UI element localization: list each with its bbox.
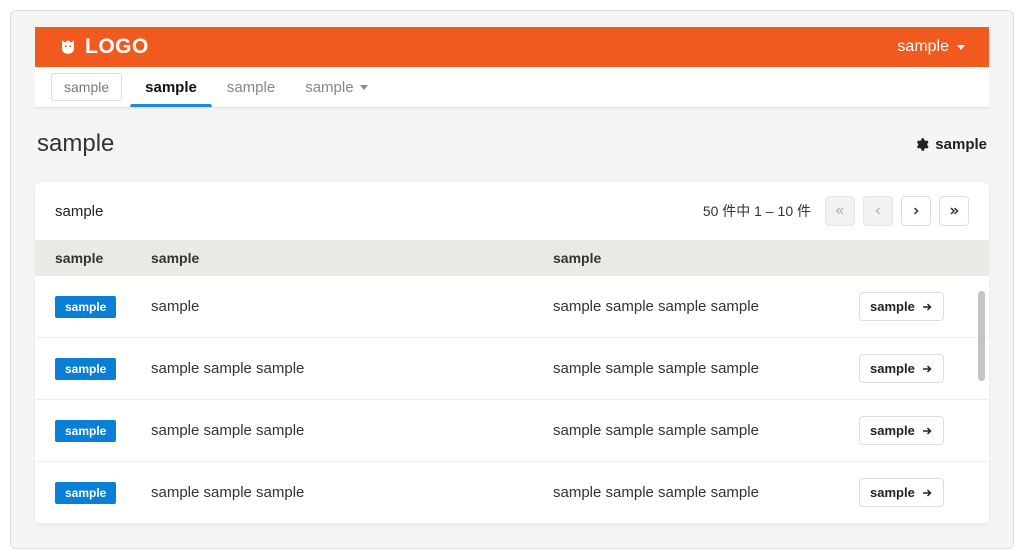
nav-tabs: sample sample sample sample — [35, 67, 989, 108]
chevron-right-icon — [910, 205, 922, 217]
nav-tab-3[interactable]: sample — [290, 68, 382, 107]
row-desc: sample sample sample sample — [553, 298, 859, 315]
table-header-cell: sample — [553, 250, 859, 266]
status-badge: sample — [55, 420, 116, 442]
user-menu-label: sample — [897, 38, 949, 56]
chevrons-right-icon — [948, 205, 960, 217]
settings-link[interactable]: sample — [914, 136, 987, 153]
nav-tab-label: sample — [145, 79, 197, 96]
nav-tab-label: sample — [227, 79, 275, 96]
page-first-button[interactable] — [825, 196, 855, 226]
scrollbar[interactable] — [978, 291, 985, 381]
arrow-right-icon — [921, 301, 933, 313]
caret-down-icon — [360, 85, 368, 90]
status-badge: sample — [55, 358, 116, 380]
user-menu[interactable]: sample — [897, 38, 965, 56]
table-header-cell: sample — [151, 250, 553, 266]
nav-tab-0[interactable]: sample — [51, 73, 122, 101]
table-row: sample sample sample sample sample sampl… — [35, 462, 989, 524]
arrow-right-icon — [921, 487, 933, 499]
table-row: sample sample sample sample sample sampl… — [35, 338, 989, 400]
page-last-button[interactable] — [939, 196, 969, 226]
row-name: sample sample sample — [151, 422, 553, 439]
status-badge: sample — [55, 296, 116, 318]
row-name: sample sample sample — [151, 360, 553, 377]
row-name: sample sample sample — [151, 484, 553, 501]
nav-tab-1[interactable]: sample — [130, 68, 212, 107]
panel-header: sample 50 件中 1 – 10 件 — [35, 182, 989, 240]
logo-text: LOGO — [85, 35, 149, 59]
pagination: 50 件中 1 – 10 件 — [703, 196, 969, 226]
topbar: LOGO sample — [35, 27, 989, 67]
pagination-info: 50 件中 1 – 10 件 — [703, 201, 811, 221]
row-action-button[interactable]: sample — [859, 354, 944, 383]
row-desc: sample sample sample sample — [553, 360, 859, 377]
settings-label: sample — [935, 136, 987, 153]
logo-icon — [59, 38, 77, 56]
gear-icon — [914, 137, 929, 152]
page-header: sample sample — [35, 130, 989, 158]
page-prev-button[interactable] — [863, 196, 893, 226]
action-label: sample — [870, 361, 915, 376]
row-action-button[interactable]: sample — [859, 416, 944, 445]
row-desc: sample sample sample sample — [553, 484, 859, 501]
page-title: sample — [37, 130, 114, 158]
panel-title: sample — [55, 203, 103, 220]
page-next-button[interactable] — [901, 196, 931, 226]
caret-down-icon — [957, 45, 965, 50]
content: sample sample sample 50 件中 1 – 10 件 — [11, 108, 1013, 549]
panel: sample 50 件中 1 – 10 件 — [35, 182, 989, 524]
arrow-right-icon — [921, 363, 933, 375]
chevrons-left-icon — [834, 205, 846, 217]
arrow-right-icon — [921, 425, 933, 437]
table-header-cell: sample — [55, 250, 151, 266]
action-label: sample — [870, 485, 915, 500]
nav-tab-label: sample — [305, 79, 353, 96]
nav-tab-2[interactable]: sample — [212, 68, 290, 107]
status-badge: sample — [55, 482, 116, 504]
nav-tab-label: sample — [64, 79, 109, 95]
row-name: sample — [151, 298, 553, 315]
action-label: sample — [870, 423, 915, 438]
row-action-button[interactable]: sample — [859, 478, 944, 507]
logo[interactable]: LOGO — [59, 35, 149, 59]
row-desc: sample sample sample sample — [553, 422, 859, 439]
table-row: sample sample sample sample sample sampl… — [35, 276, 989, 338]
table-header: sample sample sample — [35, 240, 989, 276]
chevron-left-icon — [872, 205, 884, 217]
action-label: sample — [870, 299, 915, 314]
table-row: sample sample sample sample sample sampl… — [35, 400, 989, 462]
row-action-button[interactable]: sample — [859, 292, 944, 321]
